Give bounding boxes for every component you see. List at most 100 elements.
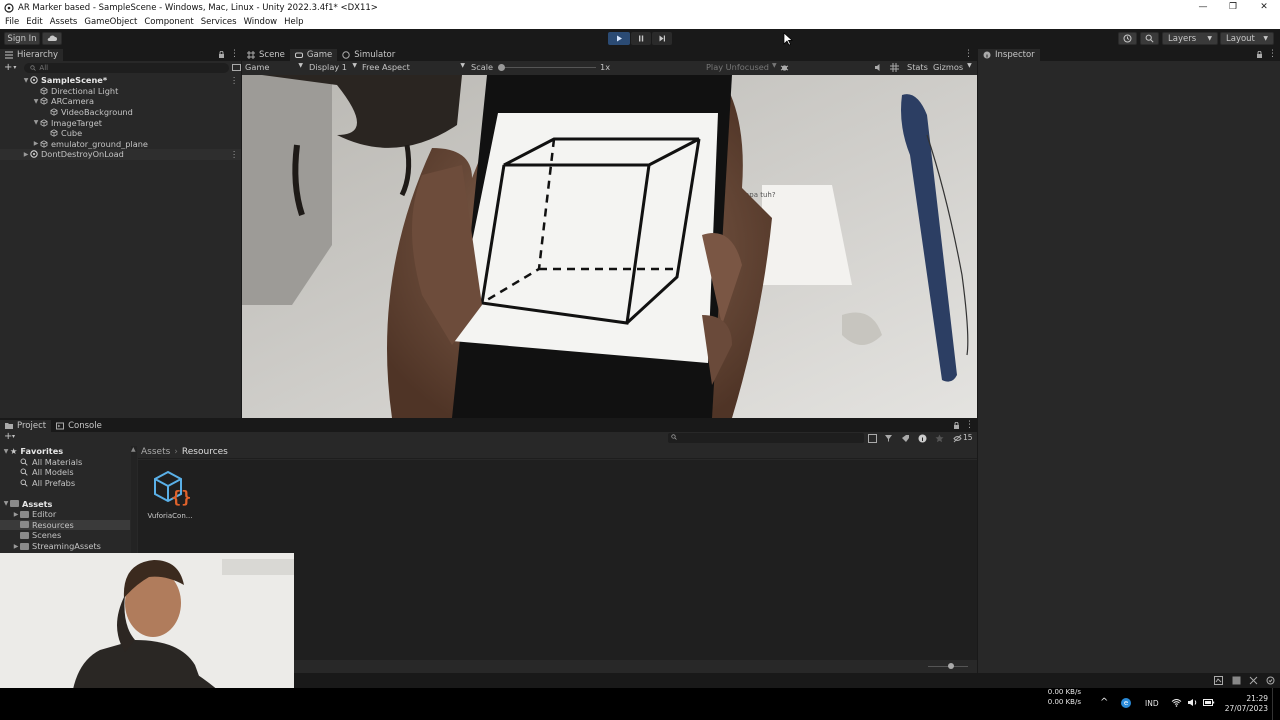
tab-simulator[interactable]: Simulator <box>337 49 400 62</box>
hierarchy-item-cube[interactable]: Cube <box>0 128 241 139</box>
label-icon[interactable] <box>901 434 910 443</box>
more-options-icon[interactable]: ⋮ <box>1268 49 1277 59</box>
cloud-button[interactable] <box>42 32 62 45</box>
cache-icon[interactable] <box>1232 676 1241 685</box>
tab-inspector[interactable]: Inspector <box>978 48 1040 62</box>
hierarchy-item-samplescene[interactable]: ▼ SampleScene* ⋮ <box>0 75 241 86</box>
favorites-header[interactable]: ▼ ★ Favorites <box>0 446 137 457</box>
progress-icon[interactable] <box>1214 676 1223 685</box>
fold-open-icon[interactable]: ▼ <box>32 98 40 105</box>
fold-open-icon[interactable]: ▼ <box>2 500 10 507</box>
hierarchy-item-directional-light[interactable]: Directional Light <box>0 86 241 97</box>
pause-button[interactable] <box>631 32 651 45</box>
battery-icon[interactable] <box>1203 698 1215 707</box>
breadcrumb-assets[interactable]: Assets <box>141 447 170 457</box>
menu-component[interactable]: Component <box>144 17 193 27</box>
lock-icon[interactable] <box>218 51 225 58</box>
favorite-all-models[interactable]: All Models <box>0 467 137 478</box>
lock-icon[interactable] <box>1256 51 1263 58</box>
chevron-down-icon[interactable]: ▾ <box>13 64 16 71</box>
breadcrumb-resources[interactable]: Resources <box>182 447 228 457</box>
clock[interactable]: 21:29 27/07/2023 <box>1222 694 1268 714</box>
menu-help[interactable]: Help <box>284 17 303 27</box>
folder-scenes[interactable]: Scenes <box>0 530 137 541</box>
hierarchy-item-arcamera[interactable]: ▼ ARCamera <box>0 96 241 107</box>
icon-size-handle[interactable] <box>948 663 954 669</box>
debug-icon[interactable] <box>1249 676 1258 685</box>
search-scene-icon[interactable] <box>868 434 877 443</box>
more-options-icon[interactable]: ⋮ <box>230 149 238 159</box>
hierarchy-item-dontdestroyonload[interactable]: ▶ DontDestroyOnLoad ⋮ <box>0 149 241 160</box>
menu-window[interactable]: Window <box>244 17 278 27</box>
add-icon[interactable]: + <box>4 62 12 73</box>
tab-game[interactable]: Game <box>289 48 338 62</box>
info-icon[interactable] <box>918 434 927 443</box>
menu-gameobject[interactable]: GameObject <box>84 17 137 27</box>
hierarchy-item-emulator-ground-plane[interactable]: ▶ emulator_ground_plane <box>0 139 241 150</box>
menu-file[interactable]: File <box>5 17 19 27</box>
folder-resources[interactable]: Resources <box>0 519 130 531</box>
stats-button[interactable]: Stats <box>907 62 928 72</box>
bug-icon[interactable] <box>780 63 789 72</box>
fold-closed-icon[interactable]: ▶ <box>12 543 20 550</box>
more-options-icon[interactable]: ⋮ <box>230 75 238 85</box>
fold-closed-icon[interactable]: ▶ <box>22 151 30 158</box>
project-search-input[interactable] <box>668 433 864 443</box>
show-desktop-button[interactable] <box>1272 688 1280 720</box>
gizmos-dropdown[interactable]: Gizmos ▼ <box>933 62 972 72</box>
wifi-icon[interactable] <box>1171 698 1182 707</box>
scroll-up-icon[interactable]: ▲ <box>131 446 136 453</box>
fold-closed-icon[interactable]: ▶ <box>12 511 20 518</box>
grid-icon[interactable] <box>890 63 899 72</box>
assets-header[interactable]: ▼ Assets <box>0 498 137 509</box>
more-options-icon[interactable]: ⋮ <box>965 420 974 430</box>
game-mode-dropdown[interactable]: Game ▼ <box>245 62 303 72</box>
app-tray-icon[interactable]: e <box>1121 698 1131 708</box>
fold-open-icon[interactable]: ▼ <box>2 448 10 455</box>
more-options-icon[interactable]: ⋮ <box>230 49 239 59</box>
favorite-all-prefabs[interactable]: All Prefabs <box>0 478 137 489</box>
filter-type-icon[interactable] <box>884 434 893 443</box>
minimize-button[interactable]: — <box>1188 0 1218 15</box>
folder-streamingassets[interactable]: ▶ StreamingAssets <box>0 541 137 552</box>
menu-assets[interactable]: Assets <box>50 17 78 27</box>
step-button[interactable] <box>652 32 672 45</box>
favorite-all-materials[interactable]: All Materials <box>0 457 137 468</box>
fold-open-icon[interactable]: ▼ <box>32 119 40 126</box>
asset-item[interactable]: {} VuforiaCon... <box>146 468 194 520</box>
close-button[interactable]: ✕ <box>1249 0 1279 15</box>
aspect-dropdown[interactable]: Free Aspect ▼ <box>362 62 465 72</box>
input-language[interactable]: IND <box>1145 699 1159 708</box>
fold-open-icon[interactable]: ▼ <box>22 77 30 84</box>
play-button[interactable] <box>608 32 630 45</box>
search-button[interactable] <box>1140 32 1159 45</box>
tab-hierarchy[interactable]: Hierarchy <box>0 48 64 62</box>
tab-scene[interactable]: Scene <box>242 49 290 62</box>
scene-visibility-icon[interactable] <box>232 64 241 71</box>
sign-in-button[interactable]: Sign In <box>4 32 40 45</box>
collab-icon[interactable] <box>1266 676 1275 685</box>
folder-editor[interactable]: ▶ Editor <box>0 509 137 520</box>
layers-dropdown[interactable]: Layers ▼ <box>1162 32 1218 45</box>
hierarchy-item-videobackground[interactable]: VideoBackground <box>0 107 241 118</box>
menu-services[interactable]: Services <box>201 17 237 27</box>
scale-slider[interactable] <box>498 64 596 71</box>
scale-slider-handle[interactable] <box>498 64 505 71</box>
play-focus-dropdown[interactable]: Play Unfocused ▼ <box>706 62 777 72</box>
layout-dropdown[interactable]: Layout ▼ <box>1220 32 1274 45</box>
hierarchy-item-imagetarget[interactable]: ▼ ImageTarget <box>0 117 241 128</box>
maximize-button[interactable]: ❐ <box>1218 0 1248 15</box>
menu-edit[interactable]: Edit <box>26 17 42 27</box>
hierarchy-search-input[interactable]: All <box>24 62 230 73</box>
fold-closed-icon[interactable]: ▶ <box>32 140 40 147</box>
display-dropdown[interactable]: Display 1 ▼ <box>309 62 357 72</box>
star-icon[interactable] <box>935 434 944 443</box>
audio-icon[interactable] <box>874 63 883 72</box>
more-options-icon[interactable]: ⋮ <box>964 49 973 59</box>
volume-icon[interactable] <box>1187 698 1198 707</box>
lock-icon[interactable] <box>953 422 960 429</box>
show-hidden-icons-button[interactable]: ^ <box>1100 697 1108 708</box>
hidden-packages-icon[interactable] <box>953 434 962 443</box>
icon-size-slider[interactable] <box>928 663 968 669</box>
chevron-down-icon[interactable]: ▾ <box>12 433 15 440</box>
